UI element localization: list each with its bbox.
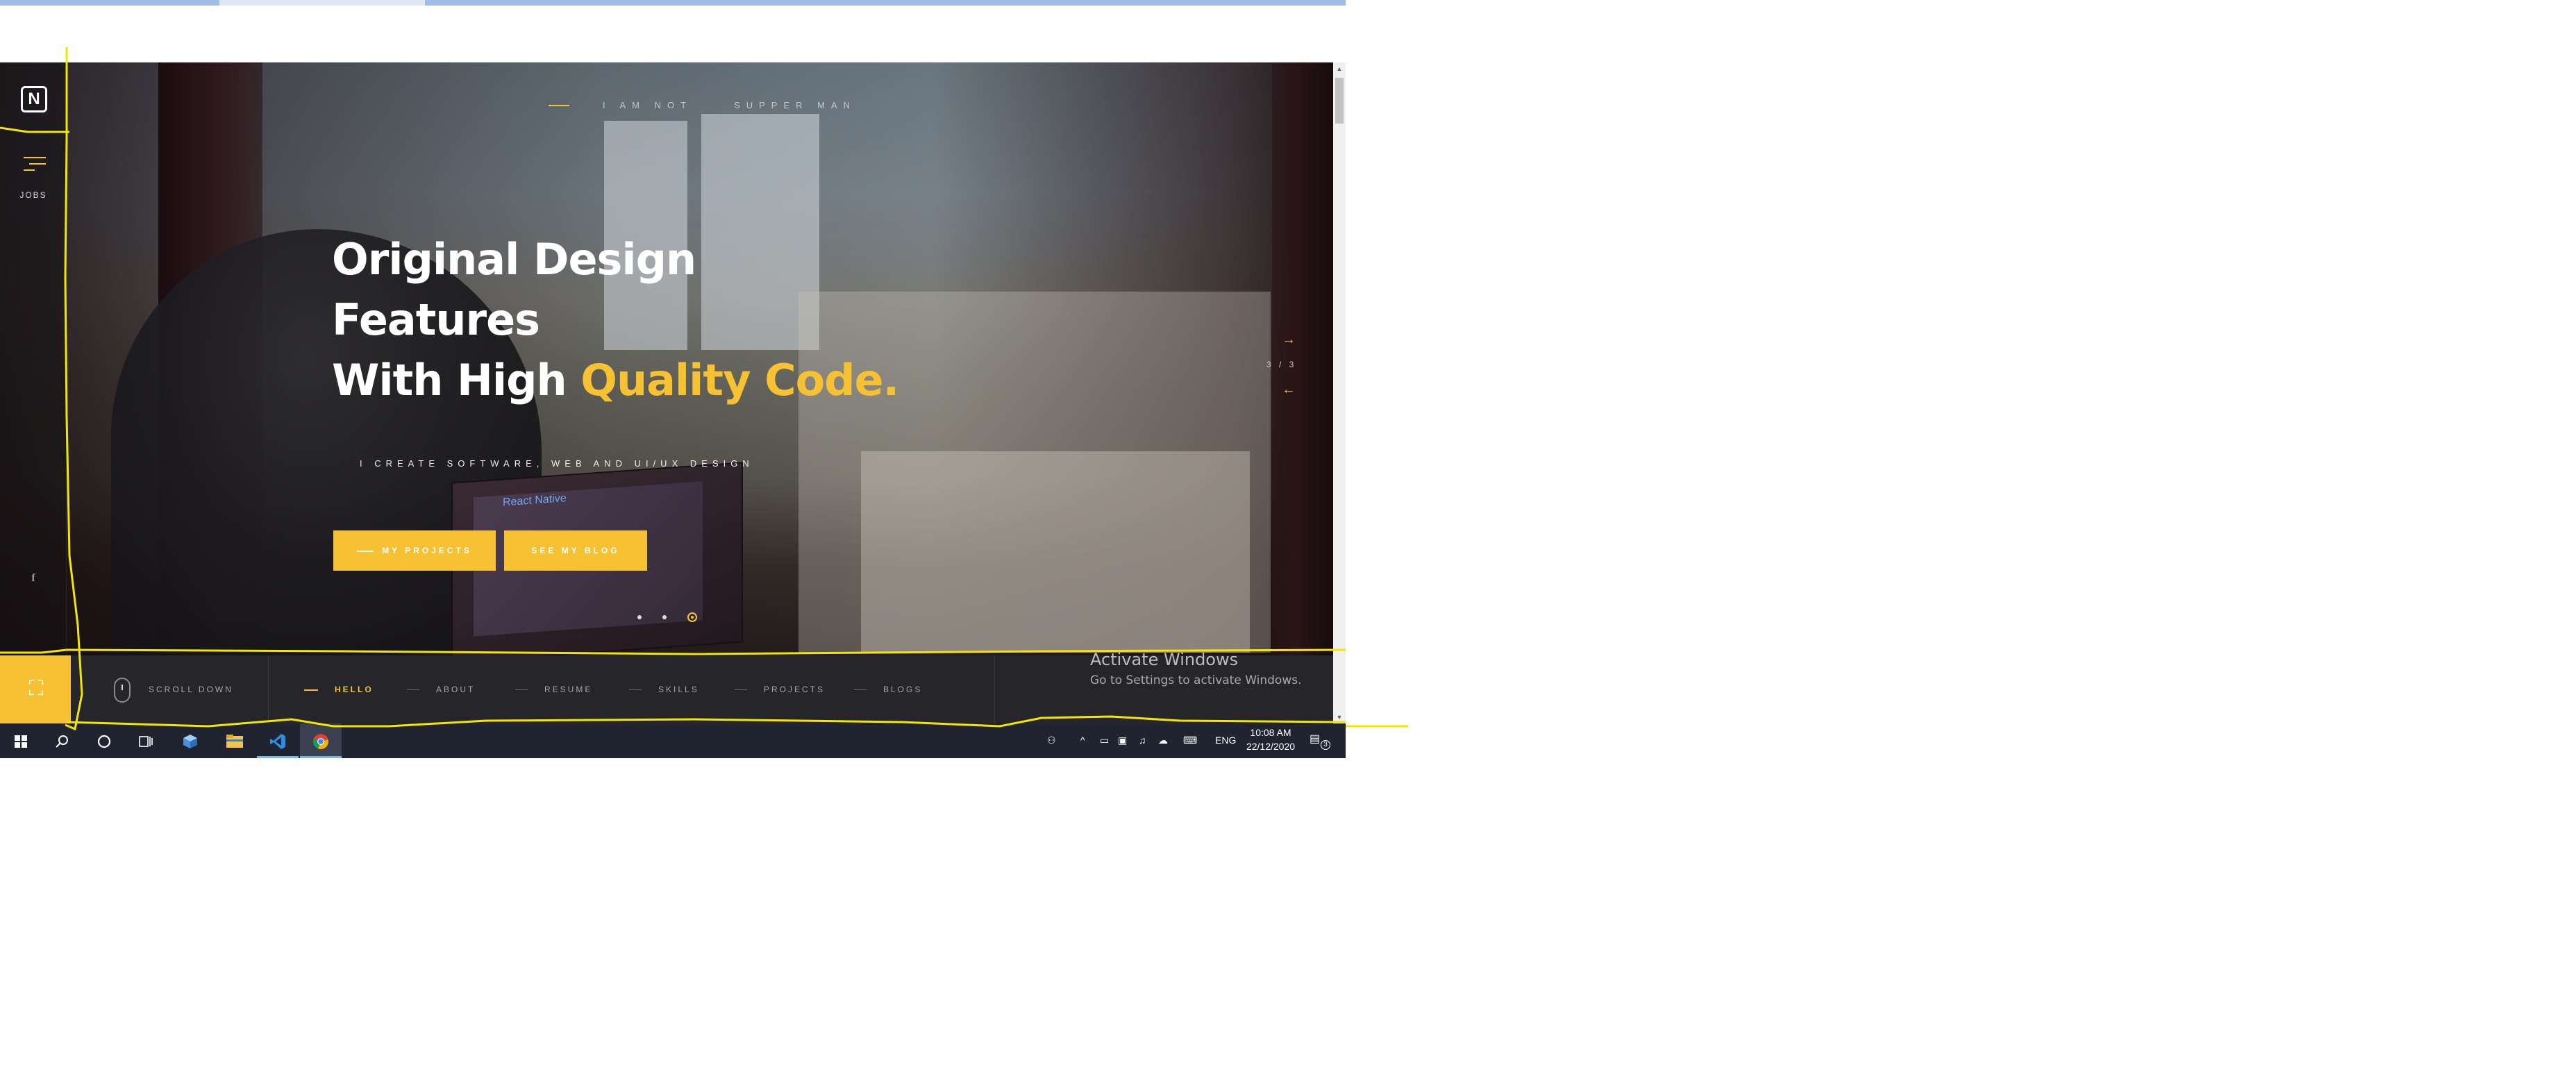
menu-bar-2 xyxy=(29,163,46,165)
crop-icon: ⛶ xyxy=(28,677,44,700)
scrollbar-thumb[interactable] xyxy=(1335,78,1344,124)
nav-label-about: ABOUT xyxy=(436,685,476,694)
facebook-icon[interactable]: f xyxy=(26,572,40,586)
browser-tab-strip xyxy=(0,0,1346,6)
jobs-label[interactable]: JOBS xyxy=(0,190,67,200)
nav-label-hello: HELLO xyxy=(335,685,374,694)
menu-bar-1 xyxy=(24,157,46,158)
menu-bar-3 xyxy=(24,169,35,171)
notification-count-badge: 3 xyxy=(1321,740,1330,750)
nav-dash xyxy=(854,689,867,691)
nav-item-projects[interactable]: PROJECTS xyxy=(735,685,825,694)
activate-windows-subtitle: Go to Settings to activate Windows. xyxy=(1090,673,1302,687)
hamburger-menu-icon[interactable] xyxy=(24,157,46,171)
nav-dash xyxy=(515,689,528,691)
people-icon[interactable]: ⚇ xyxy=(1047,735,1056,746)
page-scrollbar[interactable]: ▲ ▼ xyxy=(1333,62,1346,723)
clock-time[interactable]: 10:08 AM xyxy=(1244,727,1297,738)
page-top-blank-area xyxy=(0,6,1333,62)
nav-item-skills[interactable]: SKILLS xyxy=(629,685,699,694)
screen: React Native I AM NOT SUPPER MAN Original… xyxy=(0,0,1346,758)
battery-icon[interactable]: ▭ xyxy=(1100,735,1109,746)
slider-dot-2[interactable] xyxy=(662,615,667,619)
nav-dash xyxy=(735,689,747,691)
nav-item-resume[interactable]: RESUME xyxy=(515,685,592,694)
nav-divider xyxy=(994,655,995,723)
volume-icon[interactable]: ♫ xyxy=(1139,735,1146,746)
site-logo[interactable]: N xyxy=(21,86,47,112)
hero-subtitle: I CREATE SOFTWARE, WEB AND UI/UX DESIGN xyxy=(360,458,754,469)
nav-label-resume: RESUME xyxy=(544,685,593,694)
browser-active-tab[interactable] xyxy=(219,0,425,6)
headline-line-3-prefix: With High xyxy=(332,355,581,405)
slide-counter: 3 / 3 xyxy=(1266,360,1297,369)
vscode-icon[interactable] xyxy=(257,723,299,758)
nav-item-blogs[interactable]: BLOGS xyxy=(854,685,922,694)
search-icon[interactable] xyxy=(42,723,83,758)
task-view-icon[interactable] xyxy=(125,723,167,758)
hero-section: React Native I AM NOT SUPPER MAN Original… xyxy=(0,62,1333,655)
slider-dot-1[interactable] xyxy=(637,615,642,619)
nav-dash xyxy=(304,689,318,691)
file-explorer-icon[interactable] xyxy=(214,723,256,758)
left-sidebar: N JOBS f xyxy=(0,62,67,655)
my-projects-label: MY PROJECTS xyxy=(382,546,472,555)
windows-taskbar: ⚇ ^ ▭ ▣ ♫ ☁ ⌨ ENG 10:08 AM 22/12/2020 ▤ … xyxy=(0,723,1346,758)
nav-dash xyxy=(629,689,642,691)
scroll-up-arrow-icon[interactable]: ▲ xyxy=(1333,62,1346,75)
network-icon[interactable]: ▣ xyxy=(1118,735,1127,746)
3d-box-app-icon[interactable] xyxy=(169,723,211,758)
tagline-right: SUPPER MAN xyxy=(734,100,857,110)
arrow-left-icon[interactable]: ← xyxy=(1282,382,1296,398)
clock-date[interactable]: 22/12/2020 xyxy=(1241,741,1300,752)
headline-line-1: Original Design xyxy=(332,234,696,285)
my-projects-button[interactable]: MY PROJECTS xyxy=(333,530,496,571)
mouse-scroll-icon[interactable] xyxy=(114,678,131,703)
nav-divider xyxy=(268,655,269,723)
chevron-up-icon[interactable]: ^ xyxy=(1080,735,1085,746)
headline-accent-text: Quality Code. xyxy=(580,355,899,405)
background-buildings xyxy=(861,451,1250,653)
tagline-left: I AM NOT xyxy=(603,100,693,110)
cortana-icon[interactable] xyxy=(83,723,125,758)
crop-button[interactable]: ⛶ xyxy=(0,655,71,723)
scroll-down-arrow-icon[interactable]: ▼ xyxy=(1333,711,1346,723)
arrow-right-icon[interactable]: → xyxy=(1282,332,1296,348)
windows-start-icon[interactable] xyxy=(0,723,42,758)
headline-line-3: With High Quality Code. xyxy=(332,350,899,410)
hero-tagline: I AM NOT SUPPER MAN xyxy=(603,100,856,110)
window-frame-right xyxy=(1272,62,1333,655)
chrome-icon[interactable] xyxy=(300,723,342,758)
button-dash-icon xyxy=(357,550,374,552)
nav-dash xyxy=(407,689,419,691)
activate-windows-title: Activate Windows xyxy=(1090,650,1239,669)
onedrive-cloud-icon[interactable]: ☁ xyxy=(1158,735,1168,746)
nav-label-blogs: BLOGS xyxy=(883,685,923,694)
scroll-down-label[interactable]: SCROLL DOWN xyxy=(149,685,233,694)
tagline-dash xyxy=(549,105,569,106)
nav-item-hello[interactable]: HELLO xyxy=(304,685,374,694)
headline-line-2: Features xyxy=(332,294,540,345)
see-my-blog-button[interactable]: SEE MY BLOG xyxy=(504,530,647,571)
language-indicator[interactable]: ENG xyxy=(1215,735,1236,746)
nav-label-projects: PROJECTS xyxy=(764,685,826,694)
see-my-blog-label: SEE MY BLOG xyxy=(531,546,620,555)
hero-headline: Original Design Features With High Quali… xyxy=(332,229,899,410)
nav-label-skills: SKILLS xyxy=(658,685,699,694)
slider-dot-3-active[interactable] xyxy=(687,612,697,622)
nav-item-about[interactable]: ABOUT xyxy=(407,685,475,694)
keyboard-icon[interactable]: ⌨ xyxy=(1183,735,1197,746)
